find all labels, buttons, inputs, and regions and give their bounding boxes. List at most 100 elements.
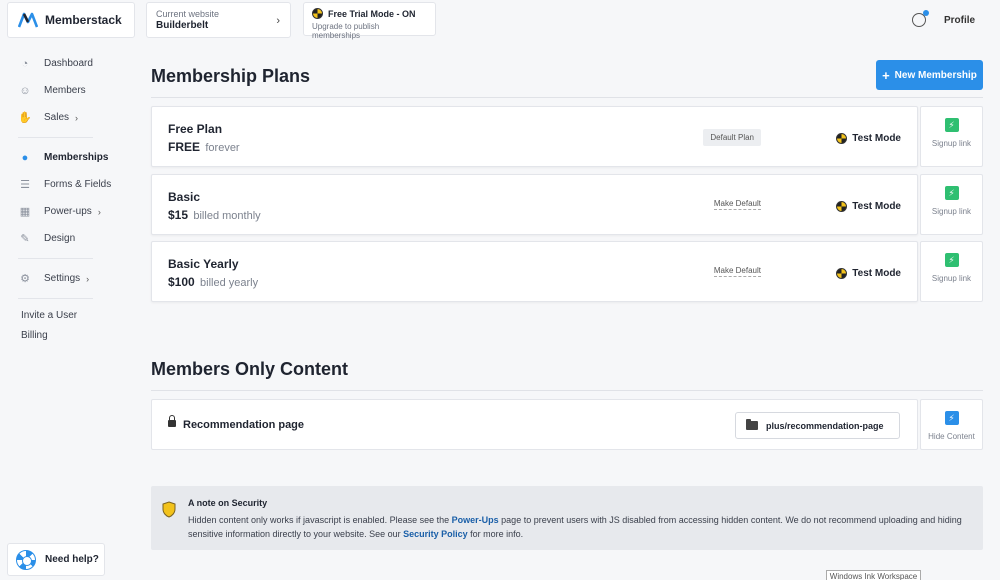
user-icon: ☺ bbox=[19, 84, 31, 97]
test-mode-icon bbox=[836, 201, 848, 212]
plan-test-mode: Test Mode bbox=[836, 201, 901, 212]
blocks-icon: ▦ bbox=[19, 206, 31, 218]
test-mode-label: Test Mode bbox=[852, 201, 901, 212]
test-mode-icon bbox=[836, 268, 848, 279]
website-name: Builderbelt bbox=[156, 20, 209, 31]
plan-test-mode: Test Mode bbox=[836, 268, 901, 279]
invite-user-link[interactable]: Invite a User bbox=[21, 305, 118, 325]
plan-card-basic[interactable]: Basic $15 billed monthly Make Default Te… bbox=[151, 174, 918, 235]
sidebar-item-label: Memberships bbox=[44, 152, 109, 163]
content-path-label: plus/recommendation-page bbox=[766, 420, 884, 431]
billing-link[interactable]: Billing bbox=[21, 325, 118, 345]
help-label: Need help? bbox=[45, 554, 99, 565]
website-selector[interactable]: Current website Builderbelt › bbox=[146, 2, 291, 38]
sidebar-divider bbox=[18, 258, 93, 259]
sidebar-item-design[interactable]: ✎ Design bbox=[18, 225, 118, 252]
gear-icon: ⚙ bbox=[20, 273, 30, 285]
lock-icon bbox=[168, 415, 176, 427]
signup-link-button[interactable]: ⚡ Signup link bbox=[920, 241, 983, 302]
plan-name: Free Plan bbox=[168, 122, 223, 136]
plan-price-amount: $100 bbox=[168, 275, 195, 289]
make-default-link[interactable]: Make Default bbox=[713, 266, 761, 277]
brand-logo[interactable]: Memberstack bbox=[7, 2, 135, 38]
profile-icon bbox=[912, 10, 929, 27]
sidebar-item-settings[interactable]: ⚙ Settings › bbox=[18, 265, 118, 292]
power-ups-link[interactable]: Power-Ups bbox=[452, 515, 499, 525]
note-body: Hidden content only works if javascript … bbox=[188, 513, 973, 541]
shield-icon bbox=[162, 501, 176, 518]
plan-price-amount: FREE bbox=[168, 140, 201, 154]
hide-content-label: Hide Content bbox=[928, 432, 975, 441]
plan-price-period: billed yearly bbox=[200, 277, 259, 289]
plan-price: $100 billed yearly bbox=[168, 275, 258, 289]
plan-name: Basic Yearly bbox=[168, 257, 239, 271]
signup-link-button[interactable]: ⚡ Signup link bbox=[920, 174, 983, 235]
chevron-right-icon: › bbox=[75, 112, 79, 123]
trial-title: Free Trial Mode - ON bbox=[328, 8, 416, 19]
trial-subtitle: Upgrade to publish memberships bbox=[312, 22, 380, 40]
sidebar-nav: ◔ Dashboard ☺ Members ✋ Sales › ● Member… bbox=[18, 50, 118, 345]
new-membership-button[interactable]: + New Membership bbox=[876, 60, 983, 90]
protected-content-row[interactable]: Recommendation page plus/recommendation-… bbox=[151, 399, 918, 450]
folder-icon bbox=[746, 419, 758, 430]
test-mode-icon bbox=[312, 8, 323, 19]
page-title: Membership Plans bbox=[151, 66, 311, 86]
chevron-right-icon: › bbox=[276, 15, 280, 27]
signup-link-label: Signup link bbox=[931, 139, 972, 148]
lightning-icon: ⚡ bbox=[944, 253, 959, 267]
profile-label: Profile bbox=[944, 14, 976, 26]
section-title-content: Members Only Content bbox=[151, 359, 349, 379]
trial-mode-banner[interactable]: Free Trial Mode - ON Upgrade to publish … bbox=[303, 2, 436, 40]
sidebar-item-label: Settings bbox=[44, 273, 81, 284]
plan-price: $15 billed monthly bbox=[168, 208, 261, 222]
windows-ink-workspace-tooltip: Windows Ink Workspace bbox=[826, 570, 921, 580]
section-divider bbox=[151, 390, 983, 391]
signup-link-label: Signup link bbox=[931, 274, 972, 283]
plan-card-free[interactable]: Free Plan FREE forever Default Plan Test… bbox=[151, 106, 918, 167]
brand-name: Memberstack bbox=[45, 13, 122, 27]
plus-icon: + bbox=[882, 67, 890, 83]
sidebar-divider bbox=[18, 137, 93, 138]
membership-icon: ● bbox=[21, 151, 29, 164]
lightning-icon: ⚡ bbox=[944, 411, 959, 425]
plan-price-period: forever bbox=[205, 142, 240, 154]
test-mode-label: Test Mode bbox=[852, 133, 901, 144]
sidebar-item-memberships[interactable]: ● Memberships bbox=[18, 144, 118, 171]
website-caption: Current website bbox=[156, 9, 220, 19]
plan-price-period: billed monthly bbox=[193, 210, 261, 222]
default-plan-badge: Default Plan bbox=[703, 129, 761, 146]
pen-icon: ✎ bbox=[20, 233, 30, 245]
signup-link-button[interactable]: ⚡ Signup link bbox=[920, 106, 983, 167]
plan-card-basic-yearly[interactable]: Basic Yearly $100 billed yearly Make Def… bbox=[151, 241, 918, 302]
dashboard-icon: ◔ bbox=[21, 57, 29, 70]
sidebar-item-dashboard[interactable]: ◔ Dashboard bbox=[18, 50, 118, 77]
note-text: for more info. bbox=[467, 529, 524, 539]
sidebar-item-label: Design bbox=[44, 233, 76, 244]
plan-price: FREE forever bbox=[168, 140, 240, 154]
sidebar-item-members[interactable]: ☺ Members bbox=[18, 77, 118, 104]
sidebar-item-label: Forms & Fields bbox=[44, 179, 112, 190]
sidebar-item-sales[interactable]: ✋ Sales › bbox=[18, 104, 118, 131]
sidebar-item-forms-fields[interactable]: ☰ Forms & Fields bbox=[18, 171, 118, 198]
security-note: A note on Security Hidden content only w… bbox=[151, 486, 983, 550]
memberstack-logo-icon bbox=[18, 12, 38, 28]
sidebar-item-power-ups[interactable]: ▦ Power-ups › bbox=[18, 198, 118, 225]
chevron-right-icon: › bbox=[86, 273, 90, 284]
help-button[interactable]: Need help? bbox=[7, 543, 105, 576]
plan-test-mode: Test Mode bbox=[836, 133, 901, 144]
plan-price-amount: $15 bbox=[168, 208, 189, 222]
hide-content-button[interactable]: ⚡ Hide Content bbox=[920, 399, 983, 450]
sidebar-item-label: Dashboard bbox=[44, 58, 93, 69]
chevron-right-icon: › bbox=[97, 206, 101, 217]
note-title: A note on Security bbox=[188, 498, 268, 508]
make-default-link[interactable]: Make Default bbox=[713, 199, 761, 210]
profile-menu[interactable]: Profile bbox=[912, 10, 976, 27]
security-policy-link[interactable]: Security Policy bbox=[403, 529, 468, 539]
hand-icon: ✋ bbox=[18, 112, 32, 124]
signup-link-label: Signup link bbox=[931, 207, 972, 216]
list-icon: ☰ bbox=[20, 179, 30, 191]
section-divider bbox=[151, 97, 983, 98]
lifebuoy-icon bbox=[16, 549, 36, 570]
new-membership-label: New Membership bbox=[894, 69, 977, 81]
content-path[interactable]: plus/recommendation-page bbox=[735, 412, 900, 439]
